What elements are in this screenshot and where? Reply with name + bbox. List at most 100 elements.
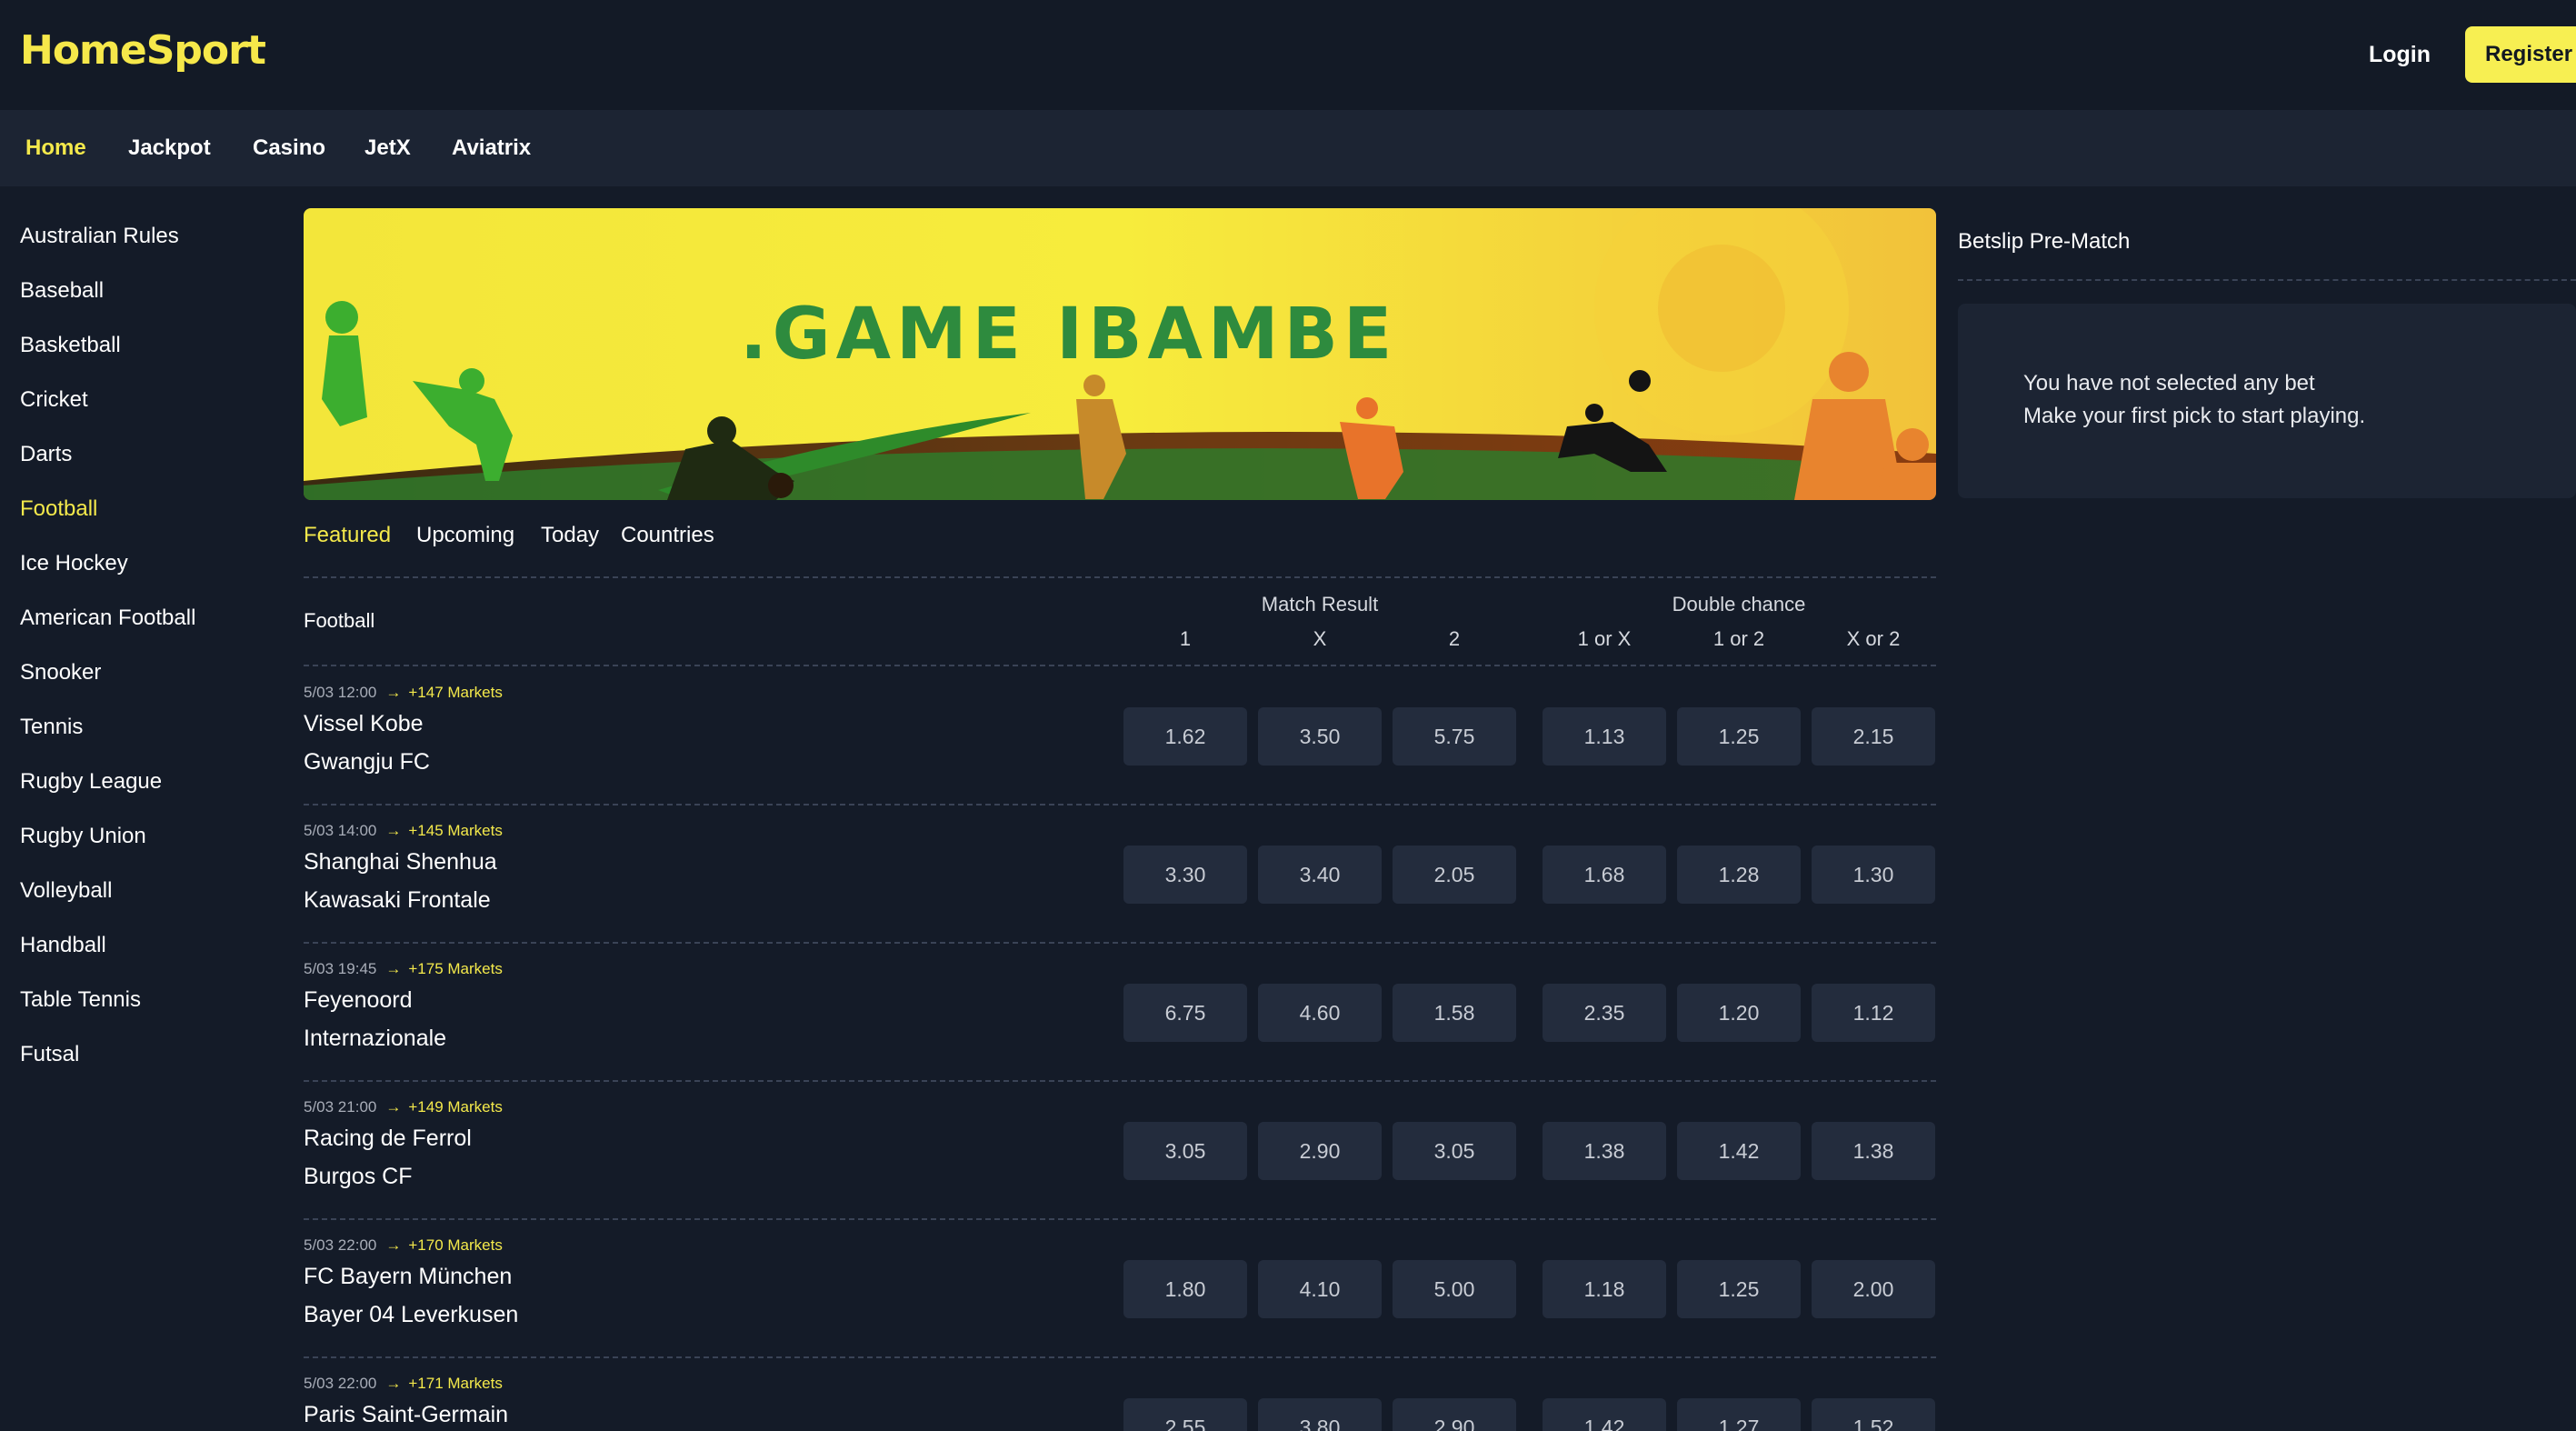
nav-item-home[interactable]: Home (25, 110, 86, 186)
odd-button[interactable]: 1.30 (1812, 846, 1935, 904)
sidebar-item-volleyball[interactable]: Volleyball (20, 864, 284, 918)
odd-button[interactable]: 5.75 (1393, 707, 1516, 766)
odd-button[interactable]: 1.25 (1677, 1260, 1801, 1318)
betslip-empty-message: You have not selected any bet (2023, 371, 2315, 395)
match-meta: 5/03 22:00 → +171 Markets (304, 1375, 503, 1393)
sidebar-item-football[interactable]: Football (20, 482, 284, 536)
nav-item-aviatrix[interactable]: Aviatrix (452, 110, 531, 186)
away-team[interactable]: Gwangju FC (304, 749, 430, 776)
sidebar-item-australian-rules[interactable]: Australian Rules (20, 209, 284, 264)
away-team[interactable]: Kawasaki Frontale (304, 887, 491, 914)
odd-button[interactable]: 3.05 (1393, 1122, 1516, 1180)
tab-today[interactable]: Today (541, 523, 599, 548)
sidebar-item-tennis[interactable]: Tennis (20, 700, 284, 755)
col-header-1: 1 (1179, 627, 1192, 650)
nav-item-jackpot[interactable]: Jackpot (128, 110, 211, 186)
home-team[interactable]: Shanghai Shenhua (304, 849, 497, 876)
home-team[interactable]: Paris Saint-Germain (304, 1402, 508, 1428)
top-header: HomeSport Login Register (0, 0, 2576, 110)
odd-button[interactable]: 1.28 (1677, 846, 1801, 904)
nav-item-casino[interactable]: Casino (253, 110, 325, 186)
sidebar-item-baseball[interactable]: Baseball (20, 264, 284, 318)
odd-button[interactable]: 2.15 (1812, 707, 1935, 766)
arrow-right-icon: → (385, 960, 402, 977)
odd-button[interactable]: 3.30 (1123, 846, 1247, 904)
odd-button[interactable]: 2.00 (1812, 1260, 1935, 1318)
arrow-right-icon: → (385, 822, 402, 839)
markets-link[interactable]: +170 Markets (408, 1236, 502, 1254)
markets-link[interactable]: +171 Markets (408, 1375, 502, 1392)
odd-button[interactable]: 2.55 (1123, 1398, 1247, 1431)
match-meta: 5/03 19:45 → +175 Markets (304, 960, 503, 978)
sidebar-item-rugby-league[interactable]: Rugby League (20, 755, 284, 809)
odd-button[interactable]: 1.62 (1123, 707, 1247, 766)
home-team[interactable]: Racing de Ferrol (304, 1126, 472, 1152)
match-meta: 5/03 21:00 → +149 Markets (304, 1098, 503, 1116)
tab-upcoming[interactable]: Upcoming (416, 523, 514, 548)
home-team[interactable]: FC Bayern München (304, 1264, 512, 1290)
arrow-right-icon: → (385, 1236, 402, 1254)
sidebar-item-darts[interactable]: Darts (20, 427, 284, 482)
odd-button[interactable]: 2.90 (1258, 1122, 1382, 1180)
sidebar-item-snooker[interactable]: Snooker (20, 645, 284, 700)
odd-button[interactable]: 3.80 (1258, 1398, 1382, 1431)
sidebar-item-futsal[interactable]: Futsal (20, 1027, 284, 1082)
odd-button[interactable]: 1.38 (1543, 1122, 1666, 1180)
odd-button[interactable]: 2.05 (1393, 846, 1516, 904)
sidebar-item-cricket[interactable]: Cricket (20, 373, 284, 427)
odd-button[interactable]: 1.20 (1677, 984, 1801, 1042)
table-sport-label: Football (304, 609, 375, 632)
sidebar-item-table-tennis[interactable]: Table Tennis (20, 973, 284, 1027)
match-meta: 5/03 12:00 → +147 Markets (304, 684, 503, 702)
col-header-1-or-x: 1 or X (1577, 627, 1632, 650)
match-row: 5/03 21:00 → +149 Markets Racing de Ferrol… (304, 1078, 1936, 1216)
odd-button[interactable]: 1.68 (1543, 846, 1666, 904)
odd-button[interactable]: 3.50 (1258, 707, 1382, 766)
match-time: 5/03 22:00 (304, 1236, 377, 1254)
odd-button[interactable]: 1.42 (1677, 1122, 1801, 1180)
register-button[interactable]: Register (2465, 26, 2576, 83)
odd-button[interactable]: 1.58 (1393, 984, 1516, 1042)
odd-button[interactable]: 1.42 (1543, 1398, 1666, 1431)
sidebar-item-ice-hockey[interactable]: Ice Hockey (20, 536, 284, 591)
odd-button[interactable]: 1.12 (1812, 984, 1935, 1042)
odd-button[interactable]: 1.27 (1677, 1398, 1801, 1431)
odd-button[interactable]: 1.25 (1677, 707, 1801, 766)
away-team[interactable]: Bayer 04 Leverkusen (304, 1302, 518, 1328)
odd-button[interactable]: 5.00 (1393, 1260, 1516, 1318)
markets-link[interactable]: +145 Markets (408, 822, 502, 839)
login-button[interactable]: Login (2345, 27, 2454, 82)
odd-button[interactable]: 2.90 (1393, 1398, 1516, 1431)
tab-featured[interactable]: Featured (304, 523, 391, 548)
markets-link[interactable]: +147 Markets (408, 684, 502, 701)
markets-link[interactable]: +175 Markets (408, 960, 502, 977)
arrow-right-icon: → (385, 1098, 402, 1116)
divider (1958, 279, 2576, 281)
odd-button[interactable]: 2.35 (1543, 984, 1666, 1042)
odd-button[interactable]: 3.40 (1258, 846, 1382, 904)
odd-button[interactable]: 4.10 (1258, 1260, 1382, 1318)
markets-link[interactable]: +149 Markets (408, 1098, 502, 1116)
odd-button[interactable]: 4.60 (1258, 984, 1382, 1042)
tab-countries[interactable]: Countries (621, 523, 714, 548)
away-team[interactable]: Burgos CF (304, 1164, 412, 1190)
odd-button[interactable]: 6.75 (1123, 984, 1247, 1042)
away-team[interactable]: Internazionale (304, 1026, 446, 1052)
betslip-empty-hint: Make your first pick to start playing. (2023, 404, 2366, 428)
sidebar-item-basketball[interactable]: Basketball (20, 318, 284, 373)
odd-button[interactable]: 1.80 (1123, 1260, 1247, 1318)
odd-button[interactable]: 1.18 (1543, 1260, 1666, 1318)
sidebar-item-rugby-union[interactable]: Rugby Union (20, 809, 284, 864)
odd-button[interactable]: 1.52 (1812, 1398, 1935, 1431)
odd-button[interactable]: 1.13 (1543, 707, 1666, 766)
home-team[interactable]: Vissel Kobe (304, 711, 424, 737)
sidebar-item-american-football[interactable]: American Football (20, 591, 284, 645)
sidebar-item-handball[interactable]: Handball (20, 918, 284, 973)
nav-item-jetx[interactable]: JetX (364, 110, 411, 186)
odd-button[interactable]: 3.05 (1123, 1122, 1247, 1180)
group-match-result: Match Result (1261, 593, 1379, 615)
logo[interactable]: HomeSport (20, 27, 266, 74)
home-team[interactable]: Feyenoord (304, 987, 413, 1014)
odd-button[interactable]: 1.38 (1812, 1122, 1935, 1180)
promo-banner[interactable]: .GAME IBAMBE (304, 208, 1936, 500)
